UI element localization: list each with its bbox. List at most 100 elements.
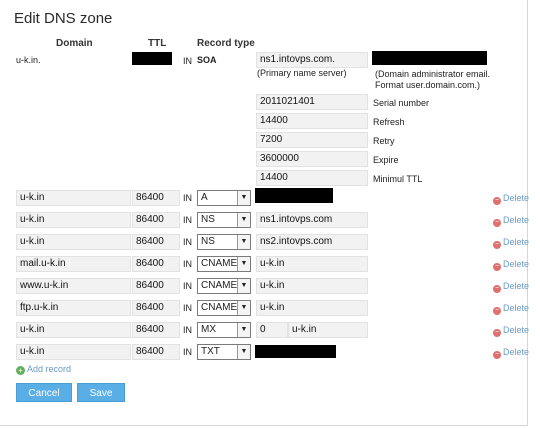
record-ttl-input[interactable]: 86400 [132, 300, 180, 316]
record-priority-input[interactable]: 0 [256, 322, 288, 338]
record-domain-input[interactable]: www.u-k.in [16, 278, 131, 294]
header-record-type: Record type [197, 38, 255, 49]
soa-retry-label: Retry [373, 136, 395, 146]
record-domain-input[interactable]: u-k.in [16, 212, 131, 228]
record-domain-input[interactable]: ftp.u-k.in [16, 300, 131, 316]
delete-circle-icon: − [493, 329, 501, 337]
chevron-down-icon: ▼ [237, 345, 250, 359]
delete-circle-icon: − [493, 219, 501, 227]
chevron-down-icon: ▼ [237, 213, 250, 227]
record-type-select[interactable]: NS ▼ [197, 212, 251, 228]
record-value-input[interactable]: ns1.intovps.com [256, 212, 368, 228]
soa-admin-email-hint-2: Format user.domain.com.) [375, 80, 481, 90]
delete-circle-icon: − [493, 241, 501, 249]
record-value-redacted[interactable] [255, 188, 333, 203]
soa-retry-input[interactable]: 7200 [256, 132, 368, 148]
delete-record-link[interactable]: − Delete [493, 259, 529, 271]
soa-min-ttl-input[interactable]: 14400 [256, 170, 368, 186]
add-record-label: Add record [27, 364, 72, 374]
record-type-value: TXT [201, 346, 220, 357]
delete-label: Delete [503, 281, 530, 291]
delete-record-link[interactable]: − Delete [493, 193, 529, 205]
record-in-label: IN [183, 347, 192, 357]
record-type-select[interactable]: CNAME ▼ [197, 278, 251, 294]
delete-circle-icon: − [493, 351, 501, 359]
chevron-down-icon: ▼ [237, 279, 250, 293]
delete-record-link[interactable]: − Delete [493, 303, 529, 315]
soa-primary-ns-input[interactable]: ns1.intovps.com. [256, 52, 368, 68]
soa-type-label: SOA [197, 55, 217, 65]
soa-in-label: IN [183, 56, 192, 66]
delete-label: Delete [503, 215, 530, 225]
record-type-value: NS [201, 214, 215, 225]
record-type-select[interactable]: TXT ▼ [197, 344, 251, 360]
soa-serial-label: Serial number [373, 98, 430, 108]
soa-refresh-input[interactable]: 14400 [256, 113, 368, 129]
record-type-value: A [201, 192, 208, 203]
delete-record-link[interactable]: − Delete [493, 215, 529, 227]
delete-record-link[interactable]: − Delete [493, 281, 529, 293]
dns-zone-panel: Edit DNS zone Domain TTL Record type u-k… [0, 0, 529, 426]
chevron-down-icon: ▼ [237, 323, 250, 337]
delete-label: Delete [503, 347, 530, 357]
record-domain-input[interactable]: u-k.in [16, 322, 131, 338]
record-value-redacted[interactable] [255, 345, 336, 358]
record-in-label: IN [183, 237, 192, 247]
record-value-input[interactable]: u-k.in [256, 300, 368, 316]
record-type-value: MX [201, 324, 216, 335]
soa-refresh-label: Refresh [373, 117, 405, 127]
record-type-select[interactable]: NS ▼ [197, 234, 251, 250]
record-value-input[interactable]: u-k.in [256, 278, 368, 294]
soa-ttl-redacted [132, 52, 172, 65]
soa-admin-email-hint-1: (Domain administrator email. [375, 69, 491, 79]
record-value-input[interactable]: u-k.in [256, 256, 368, 272]
record-type-select[interactable]: A ▼ [197, 190, 251, 206]
record-domain-input[interactable]: u-k.in [16, 190, 131, 206]
delete-circle-icon: − [493, 197, 501, 205]
record-ttl-input[interactable]: 86400 [132, 212, 180, 228]
record-type-select[interactable]: CNAME ▼ [197, 300, 251, 316]
soa-domain: u-k.in. [16, 55, 41, 65]
record-type-select[interactable]: CNAME ▼ [197, 256, 251, 272]
delete-circle-icon: − [493, 307, 501, 315]
soa-admin-email-redacted[interactable] [372, 51, 487, 65]
soa-min-ttl-label: Minimul TTL [373, 174, 423, 184]
record-ttl-input[interactable]: 86400 [132, 322, 180, 338]
record-ttl-input[interactable]: 86400 [132, 278, 180, 294]
record-type-value: NS [201, 236, 215, 247]
record-domain-input[interactable]: mail.u-k.in [16, 256, 131, 272]
delete-label: Delete [503, 237, 530, 247]
page-title: Edit DNS zone [14, 10, 113, 27]
delete-record-link[interactable]: − Delete [493, 237, 529, 249]
record-in-label: IN [183, 281, 192, 291]
record-value-input[interactable]: u-k.in [288, 322, 368, 338]
record-domain-input[interactable]: u-k.in [16, 344, 131, 360]
record-in-label: IN [183, 215, 192, 225]
soa-expire-input[interactable]: 3600000 [256, 151, 368, 167]
save-button[interactable]: Save [77, 383, 125, 402]
record-type-select[interactable]: MX ▼ [197, 322, 251, 338]
delete-label: Delete [503, 303, 530, 313]
record-in-label: IN [183, 303, 192, 313]
cancel-button[interactable]: Cancel [16, 383, 72, 402]
soa-primary-ns-hint: (Primary name server) [257, 68, 347, 78]
soa-serial-input[interactable]: 2011021401 [256, 94, 368, 110]
delete-record-link[interactable]: − Delete [493, 347, 529, 359]
record-ttl-input[interactable]: 86400 [132, 190, 180, 206]
record-domain-input[interactable]: u-k.in [16, 234, 131, 250]
delete-label: Delete [503, 259, 530, 269]
record-value-input[interactable]: ns2.intovps.com [256, 234, 368, 250]
soa-expire-label: Expire [373, 155, 399, 165]
record-in-label: IN [183, 325, 192, 335]
chevron-down-icon: ▼ [237, 235, 250, 249]
delete-record-link[interactable]: − Delete [493, 325, 529, 337]
record-in-label: IN [183, 193, 192, 203]
add-record-link[interactable]: + Add record [16, 364, 71, 375]
record-ttl-input[interactable]: 86400 [132, 344, 180, 360]
delete-label: Delete [503, 325, 530, 335]
record-type-value: CNAME [201, 302, 238, 313]
record-ttl-input[interactable]: 86400 [132, 256, 180, 272]
record-type-value: CNAME [201, 280, 238, 291]
record-ttl-input[interactable]: 86400 [132, 234, 180, 250]
delete-circle-icon: − [493, 285, 501, 293]
